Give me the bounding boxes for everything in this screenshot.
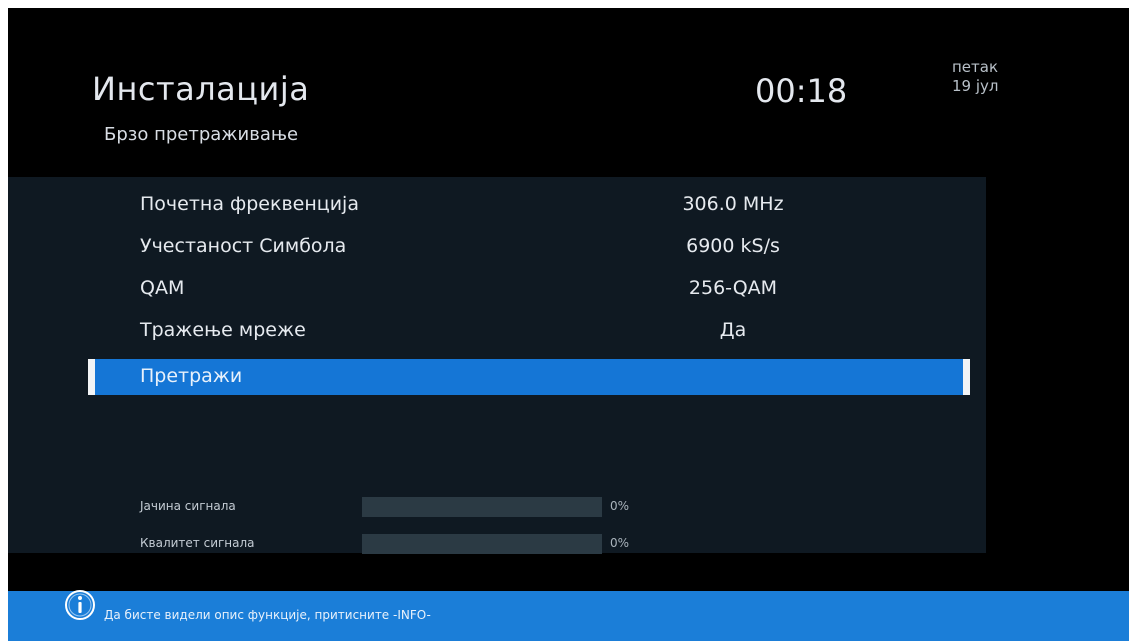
signal-quality: Квалитет сигнала 0%	[8, 532, 986, 556]
settings-panel: Почетна фреквенција 306.0 MHz Учестаност…	[8, 177, 986, 556]
menu-item-search-button[interactable]: Претражи	[88, 359, 970, 395]
menu-item-label: Тражење мреже	[140, 319, 306, 341]
signal-quality-percent: 0%	[610, 536, 630, 550]
selection-edge-left	[88, 359, 95, 395]
menu-item-value: 256-QAM	[688, 277, 778, 299]
signal-strength-bar	[362, 497, 602, 517]
menu-item-network-search[interactable]: Тражење мреже Да	[8, 313, 986, 349]
menu-item-start-frequency[interactable]: Почетна фреквенција 306.0 MHz	[8, 187, 986, 223]
info-icon	[64, 589, 96, 625]
page-title: Инсталација	[92, 70, 310, 108]
signal-strength-label: Јачина сигнала	[140, 499, 236, 513]
menu-item-symbol-rate[interactable]: Учестаност Симбола 6900 kS/s	[8, 229, 986, 265]
menu-item-label: Учестаност Симбола	[140, 235, 347, 257]
menu-item-value: Да	[719, 319, 747, 341]
help-hint-text: Да бисте видели опис функције, притиснит…	[104, 608, 431, 622]
signal-strength: Јачина сигнала 0%	[8, 495, 986, 519]
tv-screen: Инсталација Брзо претраживање 00:18 пета…	[8, 8, 1129, 641]
signal-strength-percent: 0%	[610, 499, 630, 513]
menu-item-label: Почетна фреквенција	[140, 193, 359, 215]
signal-quality-bar	[362, 534, 602, 554]
weekday: петак	[952, 58, 999, 76]
menu-item-label: Претражи	[140, 365, 243, 387]
menu-item-label: QAM	[140, 277, 185, 299]
page-subtitle: Брзо претраживање	[104, 124, 299, 145]
date-display: петак 19 јул	[952, 58, 999, 96]
menu-item-qam[interactable]: QAM 256-QAM	[8, 271, 986, 307]
help-bar: Да бисте видели опис функције, притиснит…	[8, 589, 1129, 641]
clock: 00:18	[755, 72, 848, 110]
selection-edge-right	[963, 359, 970, 395]
signal-quality-label: Квалитет сигнала	[140, 536, 255, 550]
date-day-month: 19 јул	[952, 77, 999, 95]
menu-item-value: 6900 kS/s	[686, 235, 780, 257]
menu-item-value: 306.0 MHz	[682, 193, 784, 215]
